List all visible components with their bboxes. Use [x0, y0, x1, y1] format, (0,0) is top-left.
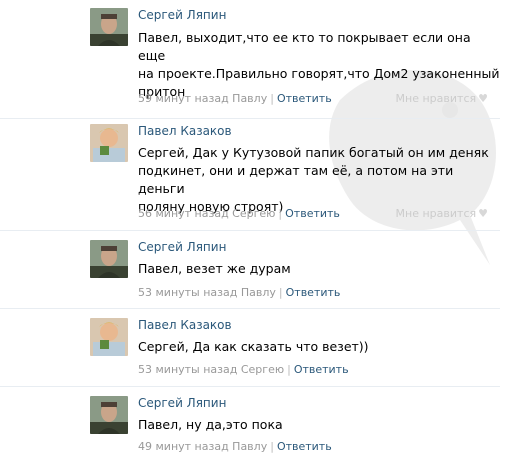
comment-item: Сергей Ляпин Павел, ну да,это пока 49 ми… — [0, 386, 500, 456]
comment-meta: 53 минуты назад Сергею | Ответить — [138, 363, 349, 376]
meta-separator: | — [270, 440, 274, 453]
pavel-avatar-icon — [90, 318, 128, 356]
heart-icon: ♥ — [478, 207, 488, 220]
sergey-avatar-icon — [90, 8, 128, 46]
comment-time[interactable]: 49 минут назад Павлу — [138, 440, 267, 453]
comment-text-line: подкинет, они и держат там её, а потом н… — [138, 163, 454, 196]
heart-icon: ♥ — [478, 92, 488, 105]
meta-separator: | — [278, 207, 283, 220]
author-link[interactable]: Сергей Ляпин — [138, 240, 226, 254]
comment-meta: 59 минут назад Павлу | Ответить — [138, 92, 332, 105]
author-link[interactable]: Сергей Ляпин — [138, 396, 226, 410]
like-button[interactable]: Мне нравится ♥ — [396, 207, 488, 220]
comment-item: Сергей Ляпин Павел, выходит,что ее кто т… — [0, 0, 500, 119]
author-link[interactable]: Сергей Ляпин — [138, 8, 226, 22]
like-button[interactable]: Мне нравится ♥ — [396, 92, 488, 105]
comment-text-line: Павел, выходит,что ее кто то покрывает е… — [138, 30, 471, 63]
comment-text-line: Сергей, Дак у Кутузовой папик богатый он… — [138, 145, 489, 160]
like-label: Мне нравится — [395, 92, 477, 105]
comment-text-line: Павел, ну да,это пока — [138, 417, 283, 432]
comment-item: Павел Казаков Сергей, Дак у Кутузовой па… — [0, 118, 500, 231]
reply-link[interactable]: Ответить — [285, 207, 340, 220]
pavel-avatar-icon — [90, 124, 128, 162]
meta-separator: | — [270, 92, 274, 105]
avatar[interactable] — [90, 124, 128, 162]
comment-item: Сергей Ляпин Павел, везет же дурам 53 ми… — [0, 230, 500, 309]
meta-separator: | — [278, 286, 283, 299]
comment-text-line: на проекте.Правильно говорят,что Дом2 уз… — [138, 66, 500, 81]
meta-separator: | — [287, 363, 291, 376]
avatar[interactable] — [90, 318, 128, 356]
comment-item: Павел Казаков Сергей, Да как сказать что… — [0, 308, 500, 387]
comment-meta: 56 минут назад Сергею | Ответить — [138, 207, 340, 220]
reply-link[interactable]: Ответить — [286, 286, 341, 299]
comment-text-line: Сергей, Да как сказать что везет)) — [138, 339, 369, 354]
sergey-avatar-icon — [90, 240, 128, 278]
sergey-avatar-icon — [90, 396, 128, 434]
reply-link[interactable]: Ответить — [277, 440, 332, 453]
like-label: Мне нравится — [395, 207, 477, 220]
comment-meta: 49 минут назад Павлу | Ответить — [138, 440, 332, 453]
avatar[interactable] — [90, 240, 128, 278]
reply-link[interactable]: Ответить — [294, 363, 349, 376]
avatar[interactable] — [90, 396, 128, 434]
comment-text: Павел, ну да,это пока — [138, 416, 500, 434]
comment-time[interactable]: 56 минут назад Сергею — [138, 207, 275, 220]
comment-text: Сергей, Да как сказать что везет)) — [138, 338, 500, 356]
avatar[interactable] — [90, 8, 128, 46]
comment-time[interactable]: 53 минуты назад Павлу — [138, 286, 276, 299]
comment-text: Павел, выходит,что ее кто то покрывает е… — [138, 29, 500, 101]
comment-meta: 53 минуты назад Павлу | Ответить — [138, 286, 340, 299]
comment-time[interactable]: 59 минут назад Павлу — [138, 92, 267, 105]
author-link[interactable]: Павел Казаков — [138, 318, 232, 332]
reply-link[interactable]: Ответить — [277, 92, 332, 105]
comment-text-line: Павел, везет же дурам — [138, 261, 291, 276]
comment-time[interactable]: 53 минуты назад Сергею — [138, 363, 284, 376]
author-link[interactable]: Павел Казаков — [138, 124, 232, 138]
comment-text: Сергей, Дак у Кутузовой папик богатый он… — [138, 144, 500, 216]
comment-text: Павел, везет же дурам — [138, 260, 500, 278]
